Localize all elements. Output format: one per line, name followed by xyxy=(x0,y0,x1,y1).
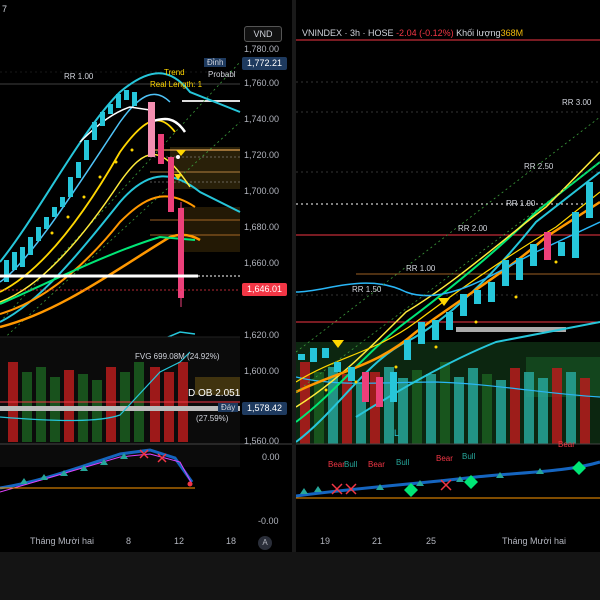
rr-label: RR 1.50 xyxy=(352,285,382,294)
signal-label: Bear xyxy=(328,460,345,469)
signal-label: Bear xyxy=(558,440,575,449)
left-candles xyxy=(4,90,184,307)
time-axis-label: 8 xyxy=(126,536,132,546)
peak-price-tag: 1,772.21 xyxy=(242,57,287,70)
time-axis-label: 12 xyxy=(174,536,185,546)
price-axis-label: 1,760.00 xyxy=(244,78,280,88)
ob-label: D OB 2.051 xyxy=(188,388,241,399)
time-axis-label: Tháng Mười hai xyxy=(30,536,94,546)
bottom-label: Đáy xyxy=(218,403,239,412)
time-axis-label: Tháng Mười hai xyxy=(502,536,566,546)
top-strip: 7 xyxy=(0,0,600,22)
peak-label: Đỉnh xyxy=(204,58,227,67)
rr-label: RR 3.00 xyxy=(562,98,592,107)
timeframe: 3h xyxy=(350,28,361,38)
svg-text:L: L xyxy=(394,428,399,438)
fvg2-label: (27.59%) xyxy=(196,414,229,423)
price-change: -2.04 (-0.12%) xyxy=(396,28,454,38)
time-axis-label: 21 xyxy=(372,536,383,546)
price-axis-label: 1,680.00 xyxy=(244,222,280,232)
volume-label: Khối lượng xyxy=(456,28,501,38)
price-axis-label: 1,720.00 xyxy=(244,150,280,160)
signal-label: Bear xyxy=(436,454,453,463)
price-axis-label: 1,740.00 xyxy=(244,114,280,124)
probability-label: Probabl xyxy=(208,70,236,79)
time-axis-label: 25 xyxy=(426,536,437,546)
exchange: HOSE xyxy=(368,28,394,38)
time-axis-label: 18 xyxy=(226,536,237,546)
left-chart-pane[interactable]: VND 1,780.00 1,760.00 1,740.00 1,720.00 … xyxy=(0,22,292,552)
fvg-label: FVG 699.08M (24.92%) xyxy=(135,352,220,361)
auto-scale-icon[interactable]: A xyxy=(258,536,272,550)
price-axis-label: 1,600.00 xyxy=(244,366,280,376)
volume-value: 368M xyxy=(500,28,524,38)
oscillator-axis-label: 0.00 xyxy=(262,452,280,462)
right-chart-pane[interactable]: L RR 3.00 RR 2.50 RR 1.90 RR 2.00 RR 1.0… xyxy=(296,22,600,552)
signal-label: Bull xyxy=(462,452,476,461)
right-chart-canvas[interactable]: L xyxy=(296,22,600,552)
signal-label: Bull xyxy=(396,458,410,467)
currency-button[interactable]: VND xyxy=(244,26,282,42)
price-axis-label: 1,660.00 xyxy=(244,258,280,268)
rr-label: RR 1.00 xyxy=(406,264,436,273)
footer-bar xyxy=(0,552,600,600)
oscillator-axis-label: -0.00 xyxy=(258,516,279,526)
signal-label: Bear xyxy=(368,460,385,469)
rr-label: RR 2.50 xyxy=(524,162,554,171)
bottom-price-tag: 1,578.42 xyxy=(242,402,287,415)
price-axis-label: 1,620.00 xyxy=(244,330,280,340)
rr-label: RR 1.00 xyxy=(64,72,94,81)
price-axis-label: 1,700.00 xyxy=(244,186,280,196)
trend-label: Trend xyxy=(164,68,185,77)
top-fragment: 7 xyxy=(2,4,8,14)
right-chart-title[interactable]: VNINDEX · 3h · HOSE -2.04 (-0.12%) Khối … xyxy=(302,28,523,38)
signal-label: Bull xyxy=(344,460,358,469)
price-axis-label: 1,780.00 xyxy=(244,44,280,54)
price-axis-label: 1,560.00 xyxy=(244,436,280,446)
pane-divider[interactable] xyxy=(292,0,296,552)
current-price-tag: 1,646.01 xyxy=(242,283,287,296)
rr-label: RR 2.00 xyxy=(458,224,488,233)
real-length-label: Real Length: 1 xyxy=(150,80,203,89)
rr-label: RR 1.90 xyxy=(506,199,536,208)
time-axis-label: 19 xyxy=(320,536,331,546)
symbol: VNINDEX xyxy=(302,28,343,38)
trading-workspace: 7 VND 1,780.00 1,760.00 1,740.00 1,720.0… xyxy=(0,0,600,600)
